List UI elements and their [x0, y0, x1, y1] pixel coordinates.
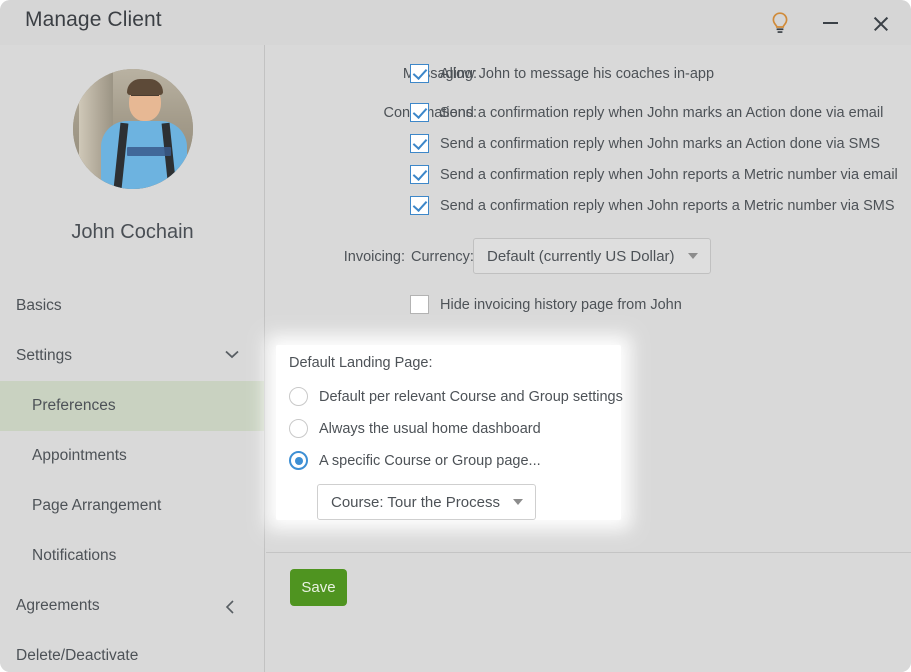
currency-label-wrap: Currency: [411, 249, 474, 265]
confirm-metric-sms-label: Send a confirmation reply when John repo… [440, 197, 895, 214]
invoicing-label: Invoicing: [343, 249, 405, 265]
confirmation-metric-sms-row[interactable]: Send a confirmation reply when John repo… [410, 196, 895, 215]
sidebar-item-label: Appointments [32, 447, 127, 464]
landing-page-title: Default Landing Page: [289, 355, 433, 371]
sidebar-item-label: Agreements [16, 597, 100, 614]
landing-page-panel: Default Landing Page: Default per releva… [276, 345, 623, 520]
client-name: John Cochain [71, 221, 194, 243]
avatar-glasses [131, 95, 159, 101]
minimize-icon [822, 22, 838, 24]
confirm-action-sms-checkbox[interactable] [410, 134, 429, 153]
confirm-metric-email-checkbox[interactable] [410, 165, 429, 184]
confirmation-metric-email-row[interactable]: Send a confirmation reply when John repo… [410, 165, 898, 184]
allow-messaging-checkbox[interactable] [410, 64, 429, 83]
sidebar-item-delete-deactivate[interactable]: Delete/Deactivate [0, 631, 265, 672]
sidebar-item-notifications[interactable]: Notifications [0, 531, 265, 581]
sidebar: John Cochain Basics Settings Preferences… [0, 45, 265, 672]
avatar-shirt-logo [127, 147, 171, 156]
landing-option-specific-label: A specific Course or Group page... [319, 452, 541, 469]
sidebar-item-appointments[interactable]: Appointments [0, 431, 265, 481]
sidebar-item-label: Page Arrangement [32, 497, 162, 514]
landing-option-dashboard-radio[interactable] [289, 419, 308, 438]
lightbulb-icon [770, 11, 790, 35]
hide-invoicing-history-label: Hide invoicing history page from John [440, 296, 682, 313]
specific-page-select[interactable]: Course: Tour the Process [317, 484, 536, 520]
chevron-down-icon [512, 499, 523, 505]
sidebar-item-agreements[interactable]: Agreements [0, 581, 265, 631]
confirm-action-sms-label: Send a confirmation reply when John mark… [440, 135, 881, 152]
sidebar-item-page-arrangement[interactable]: Page Arrangement [0, 481, 265, 531]
minimize-button[interactable] [813, 6, 847, 40]
sidebar-item-label: Settings [16, 347, 73, 364]
save-button[interactable]: Save [290, 569, 347, 606]
landing-option-default-row[interactable]: Default per relevant Course and Group se… [289, 387, 623, 406]
hint-button[interactable] [763, 6, 797, 40]
sidebar-item-label: Notifications [32, 547, 117, 564]
currency-label: Currency: [411, 249, 474, 265]
avatar [73, 69, 193, 189]
confirm-metric-email-label: Send a confirmation reply when John repo… [440, 166, 898, 183]
specific-page-select-wrap: Course: Tour the Process [317, 484, 536, 520]
manage-client-window: Manage Client John Cochain Basics Settin… [0, 0, 911, 672]
hide-invoicing-history-checkbox[interactable] [410, 295, 429, 314]
specific-page-select-value: Course: Tour the Process [331, 493, 500, 511]
avatar-hair [127, 79, 163, 95]
landing-option-specific-row[interactable]: A specific Course or Group page... [289, 451, 541, 470]
messaging-checkbox-row[interactable]: Allow John to message his coaches in-app [410, 64, 714, 83]
landing-option-dashboard-label: Always the usual home dashboard [319, 420, 541, 437]
landing-option-specific-radio[interactable] [289, 451, 308, 470]
landing-option-dashboard-row[interactable]: Always the usual home dashboard [289, 419, 541, 438]
page-title: Manage Client [25, 8, 162, 31]
sidebar-item-basics[interactable]: Basics [0, 281, 265, 331]
landing-option-default-label: Default per relevant Course and Group se… [319, 388, 623, 405]
chevron-down-icon [225, 350, 239, 362]
sidebar-item-label: Delete/Deactivate [16, 647, 139, 664]
window-controls [763, 6, 897, 40]
chevron-left-icon [225, 600, 237, 614]
sidebar-item-preferences[interactable]: Preferences [0, 381, 265, 431]
confirm-action-email-label: Send a confirmation reply when John mark… [440, 104, 884, 121]
sidebar-item-label: Preferences [32, 397, 116, 414]
confirmation-action-sms-row[interactable]: Send a confirmation reply when John mark… [410, 134, 880, 153]
currency-select-value: Default (currently US Dollar) [487, 247, 675, 265]
footer-divider [266, 552, 911, 553]
chevron-down-icon [687, 253, 698, 259]
currency-select[interactable]: Default (currently US Dollar) [473, 238, 711, 274]
sidebar-item-label: Basics [16, 297, 62, 314]
confirm-metric-sms-checkbox[interactable] [410, 196, 429, 215]
sidebar-item-settings[interactable]: Settings [0, 331, 265, 381]
currency-select-wrap: Default (currently US Dollar) [473, 238, 711, 274]
landing-option-default-radio[interactable] [289, 387, 308, 406]
close-icon [872, 15, 889, 32]
confirm-action-email-checkbox[interactable] [410, 103, 429, 122]
close-button[interactable] [863, 6, 897, 40]
hide-invoicing-row[interactable]: Hide invoicing history page from John [410, 295, 682, 314]
title-bar: Manage Client [0, 0, 911, 45]
sidebar-nav: Basics Settings Preferences Appointments… [0, 281, 265, 672]
allow-messaging-label: Allow John to message his coaches in-app [440, 65, 715, 82]
invoicing-label-wrap: Invoicing: [275, 249, 405, 265]
confirmation-action-email-row[interactable]: Send a confirmation reply when John mark… [410, 103, 883, 122]
